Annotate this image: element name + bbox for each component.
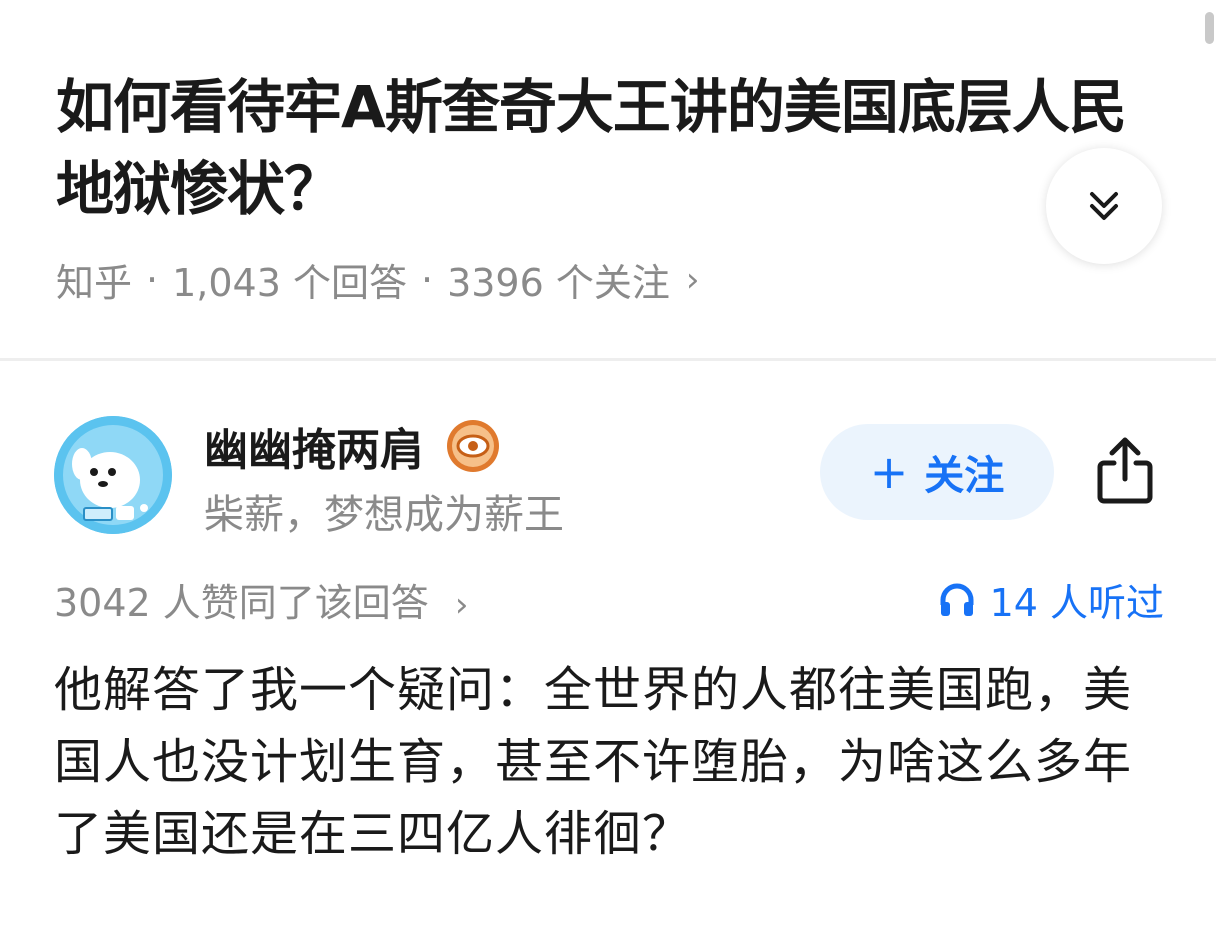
double-chevron-down-icon [1090, 192, 1118, 220]
question-header: 如何看待牢A斯奎奇大王讲的美国底层人民地狱惨状？ [56, 66, 1136, 230]
upvote-count: 3042 人赞同了该回答 [54, 581, 429, 625]
follow-label: 关注 [924, 453, 1005, 499]
share-button[interactable] [1090, 432, 1160, 508]
answer-text: 他解答了我一个疑问：全世界的人都往美国跑，美国人也没计划生育，甚至不许堕胎，为啥… [54, 662, 1133, 862]
answer-count: 1,043 个回答 [172, 261, 407, 305]
collapse-button[interactable] [1046, 148, 1162, 264]
chevron-right-icon: › [454, 585, 469, 625]
meta-separator: · [146, 257, 159, 302]
question-title[interactable]: 如何看待牢A斯奎奇大王讲的美国底层人民地狱惨状？ [56, 66, 1136, 230]
section-divider [0, 358, 1216, 361]
dog-astronaut-avatar-icon [54, 416, 172, 534]
plus-icon: + [869, 445, 909, 499]
listen-button[interactable]: 14 人听过 [938, 572, 1164, 627]
upvote-summary[interactable]: 3042 人赞同了该回答 › [54, 572, 469, 627]
question-meta[interactable]: 知乎 · 1,043 个回答 · 3396 个关注 › [56, 252, 699, 307]
meta-separator: · [420, 257, 434, 302]
author-name-text: 幽幽掩两肩 [204, 425, 424, 476]
author-name[interactable]: 幽幽掩两肩 [204, 414, 500, 478]
scrollbar[interactable] [1205, 12, 1214, 44]
headphones-icon [940, 583, 974, 616]
follow-button[interactable]: + 关注 [820, 424, 1054, 520]
chevron-right-icon: › [685, 259, 700, 300]
share-icon [1097, 437, 1153, 504]
avatar[interactable] [54, 416, 172, 534]
source-label: 知乎 [56, 261, 133, 305]
author-bio: 柴薪，梦想成为薪王 [204, 492, 564, 538]
eye-badge-icon [446, 419, 500, 473]
answer-content[interactable]: 他解答了我一个疑问：全世界的人都往美国跑，美国人也没计划生育，甚至不许堕胎，为啥… [54, 654, 1174, 870]
follower-count: 3396 个关注 [447, 261, 670, 305]
listener-count: 14 人听过 [989, 581, 1164, 625]
